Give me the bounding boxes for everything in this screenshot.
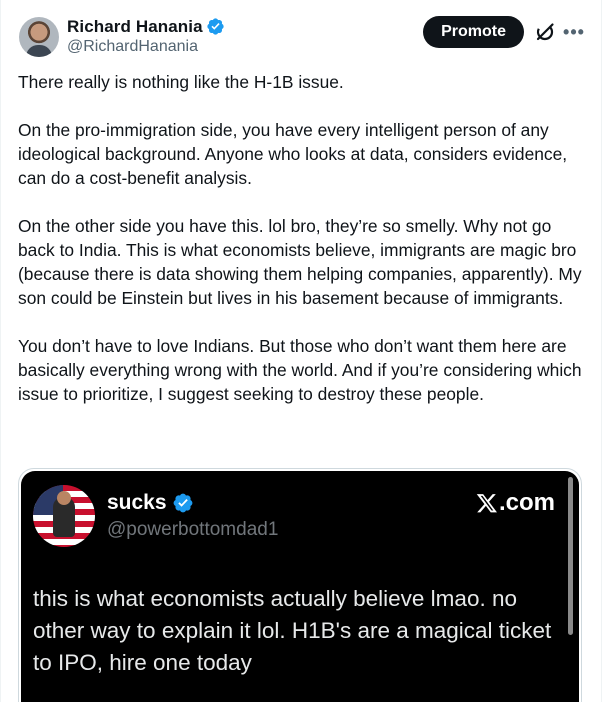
embedded-image[interactable]: sucks @powerbottomdad1 .com this is what… <box>18 468 582 702</box>
embed-handle: @powerbottomdad1 <box>107 519 279 540</box>
author-display-name[interactable]: Richard Hanania <box>67 17 203 37</box>
author-handle[interactable]: @RichardHanania <box>67 38 225 56</box>
promote-button[interactable]: Promote <box>423 16 524 48</box>
embed-scrollbar[interactable] <box>568 477 573 635</box>
frame-border-left <box>0 0 1 702</box>
tweet: Richard Hanania @RichardHanania Promote … <box>18 16 588 702</box>
embed-source: .com <box>476 489 555 517</box>
verified-badge-icon <box>173 493 192 513</box>
tweet-paragraph: You don’t have to love Indians. But thos… <box>18 336 582 404</box>
tweet-paragraph: There really is nothing like the H-1B is… <box>18 72 344 92</box>
embed-avatar <box>33 485 95 547</box>
grok-icon[interactable] <box>534 21 556 43</box>
more-icon[interactable]: ••• <box>563 23 584 41</box>
embed-text: this is what economists actually believe… <box>33 586 552 675</box>
verified-badge-icon <box>207 18 224 35</box>
tweet-header: Richard Hanania @RichardHanania Promote … <box>18 16 588 58</box>
tweet-text: There really is nothing like the H-1B is… <box>18 70 584 406</box>
tweet-paragraph: On the other side you have this. lol bro… <box>18 216 582 308</box>
frame-border-right <box>601 0 602 702</box>
author-info: Richard Hanania @RichardHanania <box>67 16 225 56</box>
embed-display-name: sucks <box>107 491 167 514</box>
x-logo-icon <box>476 494 497 513</box>
tweet-actions: Promote ••• <box>423 16 584 48</box>
tweet-paragraph: On the pro-immigration side, you have ev… <box>18 120 568 188</box>
embed-source-label: .com <box>498 489 555 516</box>
author-avatar[interactable] <box>19 17 59 57</box>
